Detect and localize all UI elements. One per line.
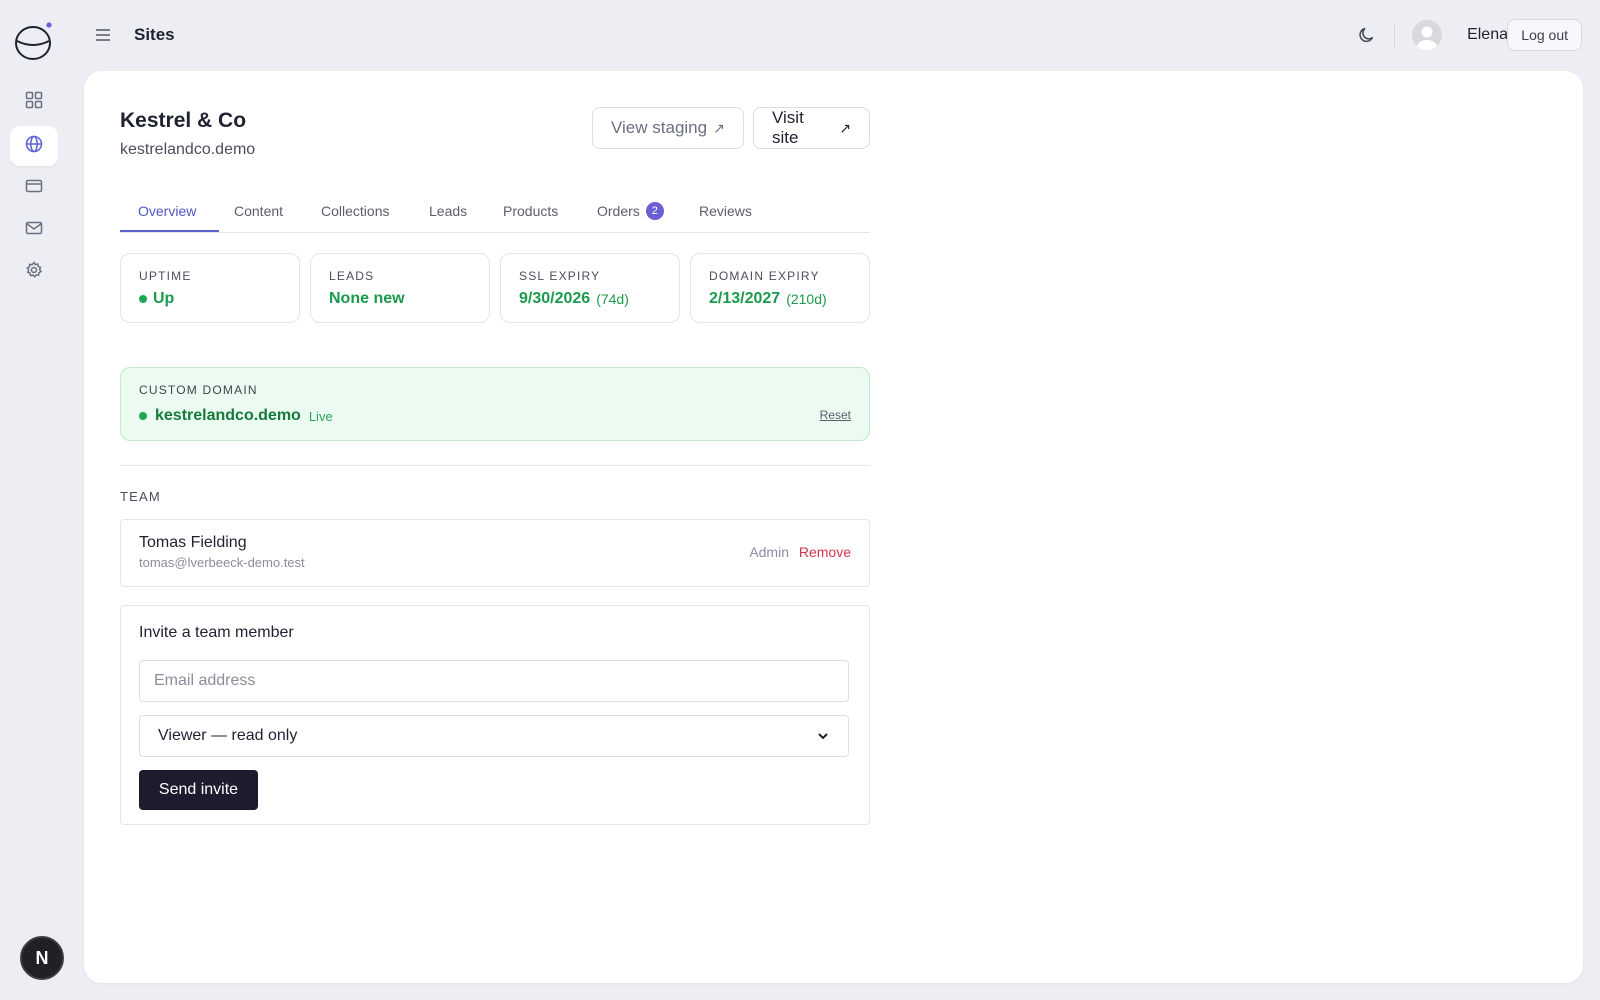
- sidebar-item-messages[interactable]: [10, 210, 58, 250]
- stat-value: 2/13/2027: [709, 290, 781, 307]
- divider: [1394, 22, 1395, 48]
- tab-collections[interactable]: Collections: [321, 189, 389, 233]
- tab-content[interactable]: Content: [234, 189, 283, 233]
- custom-domain-label: CUSTOM DOMAIN: [139, 383, 258, 397]
- member-email: tomas@lverbeeck-demo.test: [139, 555, 305, 570]
- site-domain: kestrelandco.demo: [120, 141, 256, 158]
- tab-reviews[interactable]: Reviews: [699, 189, 752, 233]
- tab-leads[interactable]: Leads: [429, 189, 467, 233]
- visit-site-label: Visit site: [772, 108, 804, 147]
- team-section-label: TEAM: [120, 489, 161, 504]
- avatar[interactable]: [1412, 20, 1442, 50]
- email-field[interactable]: [139, 660, 849, 702]
- team-member-row: Tomas Fielding tomas@lverbeeck-demo.test…: [120, 519, 870, 587]
- invite-title: Invite a team member: [139, 624, 294, 641]
- send-invite-button[interactable]: Send invite: [139, 770, 258, 810]
- orders-count-badge: 2: [645, 202, 664, 220]
- sidebar-item-settings[interactable]: [10, 252, 58, 292]
- stat-label: SSL EXPIRY: [519, 269, 601, 283]
- remove-member-button[interactable]: Remove: [799, 544, 851, 560]
- moon-icon[interactable]: [1358, 26, 1376, 44]
- logout-button[interactable]: Log out: [1507, 19, 1582, 51]
- top-bar: Sites Elena Log out: [68, 0, 1600, 70]
- visit-site-button[interactable]: Visit site ↗: [753, 107, 870, 149]
- external-link-icon: ↗: [713, 119, 725, 136]
- custom-domain-status: Live: [308, 408, 333, 424]
- member-role: Admin: [749, 544, 789, 560]
- stat-leads: LEADS None new: [310, 253, 490, 323]
- grid-icon: [25, 91, 43, 114]
- custom-domain-name: kestrelandco.demo: [155, 407, 301, 424]
- active-tab-indicator: [120, 230, 219, 232]
- left-rail: N: [0, 0, 68, 1000]
- role-select[interactable]: Viewer — read only: [139, 715, 849, 757]
- stat-value: None new: [329, 290, 405, 307]
- view-staging-label: View staging: [611, 118, 708, 137]
- stat-label: UPTIME: [139, 269, 192, 283]
- stat-label: DOMAIN EXPIRY: [709, 269, 820, 283]
- stat-label: LEADS: [329, 269, 375, 283]
- tab-orders-label: Orders: [597, 203, 640, 219]
- n-badge[interactable]: N: [20, 936, 64, 980]
- gear-icon: [25, 260, 43, 284]
- tab-products[interactable]: Products: [503, 189, 558, 233]
- stat-domain-expiry: DOMAIN EXPIRY 2/13/2027 (210d): [690, 253, 870, 323]
- reset-domain-link[interactable]: Reset: [820, 408, 851, 422]
- app-logo-icon[interactable]: [14, 22, 54, 62]
- sidebar-item-sites[interactable]: [10, 126, 58, 166]
- stat-value: Up: [153, 290, 175, 307]
- external-link-icon: ↗: [839, 119, 851, 136]
- role-select-value: Viewer — read only: [158, 727, 298, 744]
- status-dot-icon: [139, 412, 147, 420]
- sidebar-item-dashboard[interactable]: [10, 82, 58, 122]
- site-tabs: Overview Content Collections Leads Produ…: [120, 189, 870, 233]
- globe-icon: [25, 135, 43, 158]
- tab-orders[interactable]: Orders 2: [597, 189, 664, 233]
- page-title: Sites: [134, 25, 175, 44]
- stat-days-remaining: (210d): [786, 291, 827, 307]
- stat-uptime: UPTIME Up: [120, 253, 300, 323]
- invite-form: Invite a team member Viewer — read only …: [120, 605, 870, 825]
- member-name: Tomas Fielding: [139, 534, 247, 551]
- tab-overview[interactable]: Overview: [138, 189, 196, 233]
- view-staging-button[interactable]: View staging ↗: [592, 107, 744, 149]
- custom-domain-panel: CUSTOM DOMAIN kestrelandco.demo Live Res…: [120, 367, 870, 441]
- credit-card-icon: [25, 177, 43, 200]
- section-divider: [120, 465, 870, 466]
- site-title: Kestrel & Co: [120, 109, 247, 132]
- status-dot-icon: [139, 295, 147, 303]
- stat-days-remaining: (74d): [596, 291, 629, 307]
- hamburger-menu-icon[interactable]: [94, 27, 112, 43]
- stat-ssl-expiry: SSL EXPIRY 9/30/2026 (74d): [500, 253, 680, 323]
- main-panel: Kestrel & Co kestrelandco.demo View stag…: [84, 71, 1583, 983]
- chevron-down-icon: [816, 729, 830, 743]
- mail-icon: [25, 219, 43, 242]
- stat-value: 9/30/2026: [519, 290, 591, 307]
- sidebar-item-billing[interactable]: [10, 168, 58, 208]
- user-name[interactable]: Elena: [1467, 26, 1508, 44]
